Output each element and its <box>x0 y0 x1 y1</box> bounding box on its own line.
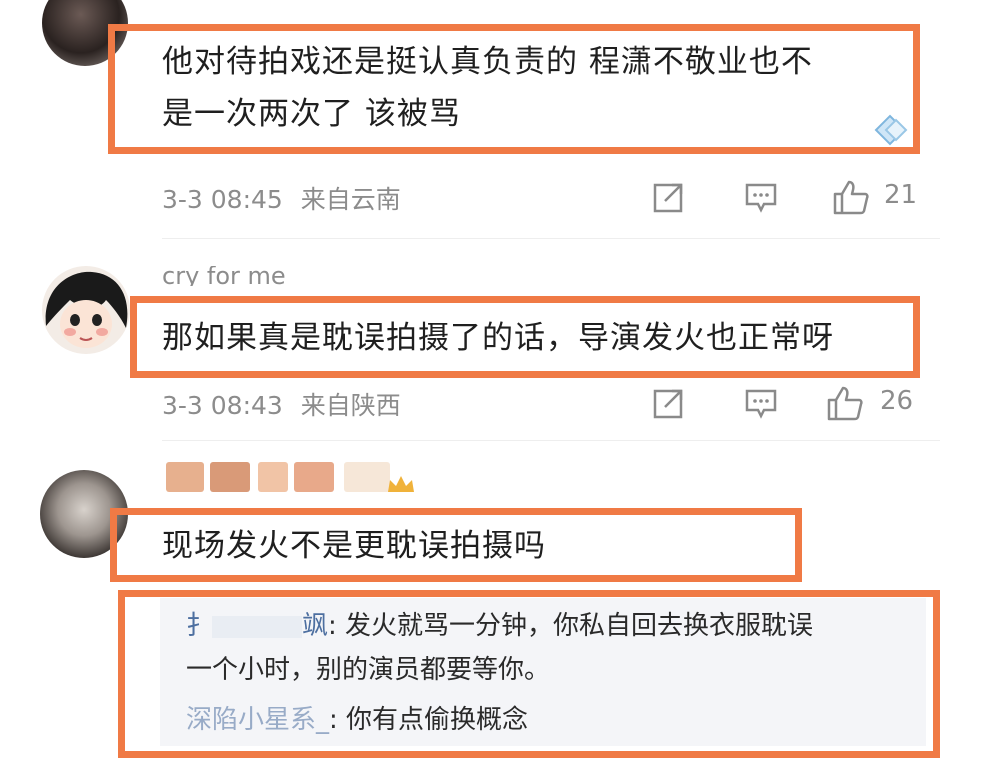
reply-item-cont: 一个小时，别的演员都要等你。 <box>186 648 550 692</box>
blurred-username <box>258 462 288 492</box>
divider <box>162 238 940 239</box>
avatar-illustration <box>45 271 128 348</box>
reply-text: 一个小时，别的演员都要等你。 <box>186 655 551 685</box>
comment-icon[interactable] <box>744 180 778 214</box>
crown-icon <box>388 476 414 492</box>
reply-author[interactable]: 深陷小星系_ <box>186 705 329 735</box>
reply-item: 扌 飒: 发火就骂一分钟，你私自回去换衣服耽误 <box>186 604 906 648</box>
username[interactable]: cry for me <box>162 266 286 286</box>
reply-text: : 发火就骂一分钟，你私自回去换衣服耽误 <box>328 611 814 641</box>
like-count: 21 <box>884 180 918 210</box>
sticker-icon <box>874 114 908 146</box>
like-count: 26 <box>880 386 914 416</box>
comment-text-line: 他对待拍戏还是挺认真负责的 程潇不敬业也不 <box>162 44 813 80</box>
blurred-username <box>212 615 303 638</box>
location: 来自云南 <box>300 185 401 214</box>
like-icon[interactable] <box>826 384 864 422</box>
comment-text-line: 那如果真是耽误拍摄了的话，导演发火也正常呀 <box>162 320 834 356</box>
location: 来自陕西 <box>300 391 401 420</box>
share-icon[interactable] <box>652 386 686 420</box>
comment-meta: 3-3 08:45 来自云南 <box>162 180 401 216</box>
avatar[interactable] <box>42 266 130 354</box>
blurred-username <box>210 462 250 492</box>
blurred-username <box>166 462 204 492</box>
blurred-username <box>344 462 390 492</box>
share-icon[interactable] <box>652 180 686 214</box>
comment-text-line: 现场发火不是更耽误拍摄吗 <box>162 528 546 564</box>
comment-text: 他对待拍戏还是挺认真负责的 程潇不敬业也不 是一次两次了 该被骂 <box>162 36 813 140</box>
reply-text: : 你有点偷换概念 <box>329 705 529 735</box>
blurred-username <box>294 462 334 492</box>
timestamp: 3-3 08:45 <box>162 185 283 214</box>
comment-icon[interactable] <box>744 386 778 420</box>
comment-meta: 3-3 08:43 来自陕西 <box>162 386 401 422</box>
reply-author[interactable]: 扌 <box>186 611 212 641</box>
comment-text: 那如果真是耽误拍摄了的话，导演发火也正常呀 <box>162 312 834 364</box>
divider <box>162 440 940 441</box>
timestamp: 3-3 08:43 <box>162 391 283 420</box>
like-icon[interactable] <box>832 178 870 216</box>
comment-text: 现场发火不是更耽误拍摄吗 <box>162 520 546 572</box>
reply-item: 深陷小星系_: 你有点偷换概念 <box>186 698 528 742</box>
comment-text-line: 是一次两次了 该被骂 <box>162 96 461 132</box>
reply-author[interactable]: 飒 <box>302 611 328 641</box>
